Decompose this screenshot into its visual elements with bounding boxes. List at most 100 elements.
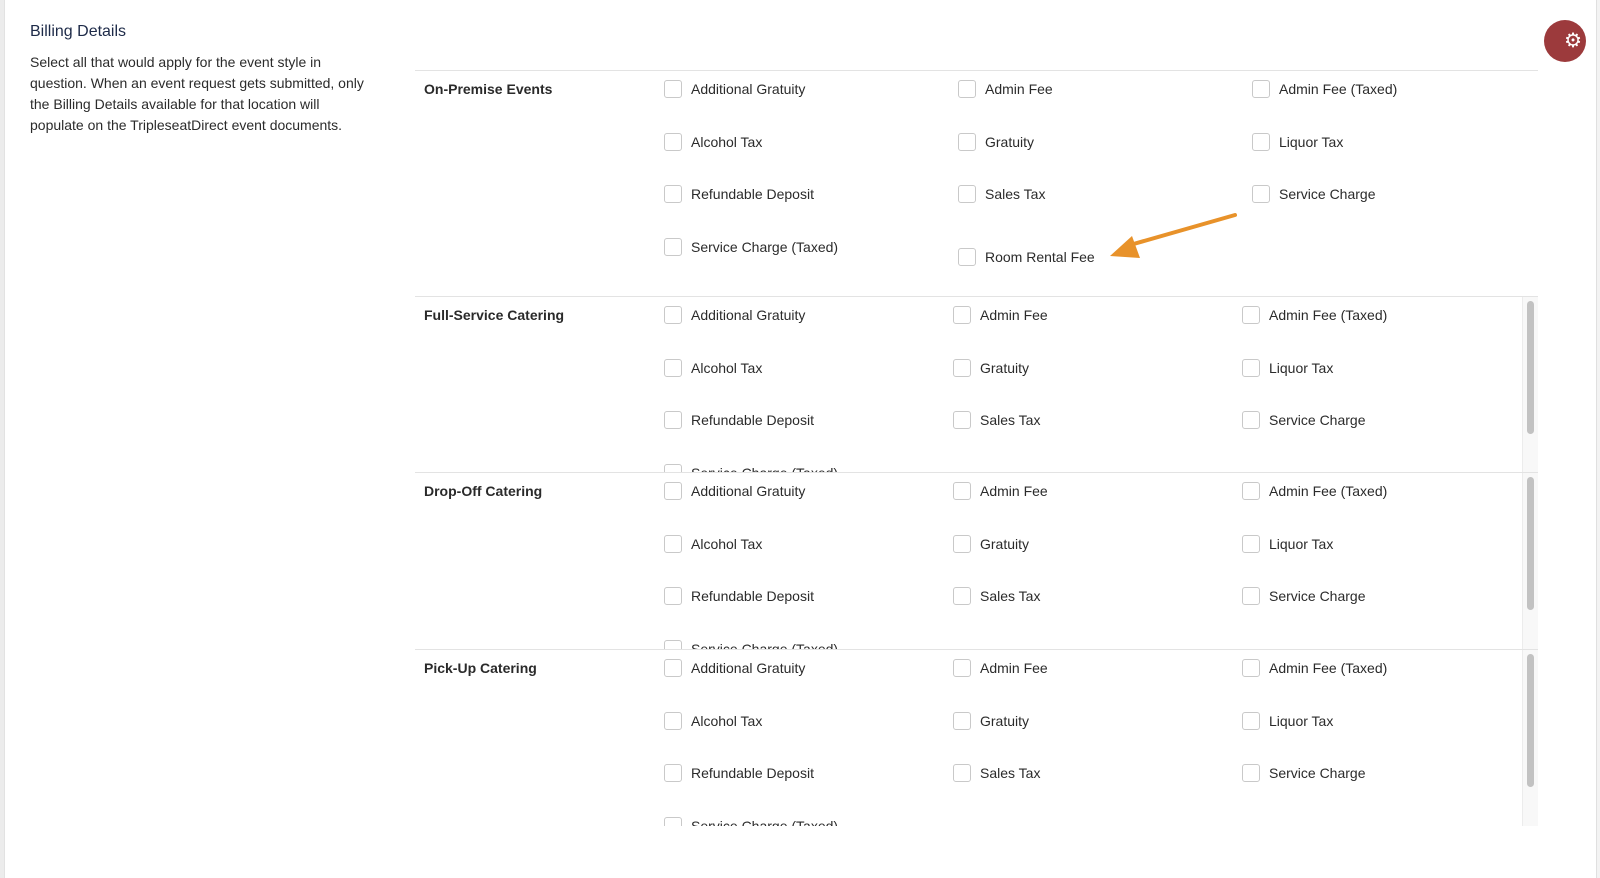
options-grid[interactable]: Additional Gratuity Admin Fee Admin Fee (T…: [664, 650, 1522, 826]
checkbox[interactable]: [664, 711, 682, 730]
billing-option-checkbox[interactable]: Service Charge: [1252, 184, 1376, 204]
billing-option-checkbox[interactable]: Admin Fee (Taxed): [1242, 658, 1387, 678]
billing-option-checkbox[interactable]: Alcohol Tax: [664, 358, 762, 378]
options-grid[interactable]: Additional Gratuity Admin Fee Admin Fee (T…: [664, 297, 1522, 473]
checkbox[interactable]: [953, 764, 971, 782]
checkbox[interactable]: [664, 816, 682, 826]
billing-option-checkbox[interactable]: Service Charge (Taxed): [664, 237, 838, 257]
checkbox[interactable]: [953, 411, 971, 429]
checkbox[interactable]: [664, 358, 682, 377]
billing-option-checkbox[interactable]: Service Charge: [1242, 410, 1366, 430]
billing-option-checkbox[interactable]: Refundable Deposit: [664, 763, 814, 783]
billing-option-checkbox[interactable]: Liquor Tax: [1252, 132, 1343, 152]
billing-option-checkbox[interactable]: Admin Fee (Taxed): [1242, 305, 1387, 325]
checkbox[interactable]: [958, 80, 976, 98]
scrollbar[interactable]: [1522, 297, 1538, 473]
checkbox[interactable]: [664, 411, 682, 429]
options-grid[interactable]: Additional Gratuity Admin Fee Admin Fee (T…: [664, 473, 1522, 649]
checkbox[interactable]: [1242, 659, 1260, 677]
scrollbar[interactable]: [1522, 650, 1538, 826]
billing-option-checkbox[interactable]: Additional Gratuity: [664, 481, 805, 501]
checkbox[interactable]: [1242, 411, 1260, 429]
billing-option-checkbox[interactable]: Service Charge (Taxed): [664, 816, 838, 826]
scrollbar-thumb[interactable]: [1527, 477, 1534, 610]
option-label: Additional Gratuity: [691, 307, 806, 323]
billing-option-checkbox[interactable]: Additional Gratuity: [664, 305, 805, 325]
billing-option-checkbox[interactable]: Gratuity: [953, 358, 1029, 378]
billing-option-checkbox[interactable]: Alcohol Tax: [664, 534, 762, 554]
section-label: On-Premise Events: [424, 81, 553, 97]
option-label: Liquor Tax: [1279, 133, 1344, 150]
billing-option-checkbox[interactable]: Service Charge: [1242, 763, 1366, 783]
scrollbar-thumb[interactable]: [1527, 301, 1534, 434]
billing-option-checkbox[interactable]: Service Charge: [1242, 586, 1366, 606]
billing-option-checkbox[interactable]: Admin Fee: [953, 658, 1048, 678]
option-label: Refundable Deposit: [691, 186, 814, 202]
billing-option-checkbox[interactable]: Refundable Deposit: [664, 586, 814, 606]
settings-button[interactable]: ⚙: [1544, 20, 1586, 62]
billing-option-checkbox[interactable]: Gratuity: [958, 132, 1034, 152]
checkbox[interactable]: [958, 185, 976, 203]
billing-option-checkbox[interactable]: Alcohol Tax: [664, 711, 762, 731]
section-label: Full-Service Catering: [424, 307, 565, 323]
checkbox[interactable]: [664, 764, 682, 782]
checkbox[interactable]: [664, 659, 682, 677]
checkbox[interactable]: [664, 639, 682, 649]
billing-option-checkbox[interactable]: Admin Fee: [953, 481, 1048, 501]
checkbox[interactable]: [1252, 132, 1270, 151]
checkbox[interactable]: [1242, 482, 1260, 500]
checkbox[interactable]: [953, 711, 971, 730]
billing-option-checkbox[interactable]: Sales Tax: [953, 586, 1040, 606]
billing-option-checkbox[interactable]: Alcohol Tax: [664, 132, 762, 152]
checkbox[interactable]: [953, 534, 971, 553]
billing-option-checkbox[interactable]: Room Rental Fee: [958, 247, 1095, 267]
billing-option-checkbox[interactable]: Admin Fee (Taxed): [1242, 481, 1387, 501]
billing-option-checkbox[interactable]: Liquor Tax: [1242, 358, 1333, 378]
checkbox[interactable]: [1252, 80, 1270, 98]
checkbox[interactable]: [1242, 711, 1260, 730]
option-label: Service Charge (Taxed): [691, 640, 839, 650]
checkbox[interactable]: [953, 358, 971, 377]
checkbox[interactable]: [1242, 358, 1260, 377]
billing-option-checkbox[interactable]: Admin Fee: [958, 79, 1053, 99]
billing-option-checkbox[interactable]: Sales Tax: [953, 763, 1040, 783]
billing-option-checkbox[interactable]: Admin Fee: [953, 305, 1048, 325]
billing-option-checkbox[interactable]: Admin Fee (Taxed): [1252, 79, 1397, 99]
billing-option-checkbox[interactable]: Sales Tax: [958, 184, 1045, 204]
checkbox[interactable]: [1252, 185, 1270, 203]
checkbox[interactable]: [664, 237, 682, 256]
checkbox[interactable]: [1242, 587, 1260, 605]
option-label: Gratuity: [980, 359, 1030, 376]
billing-option-checkbox[interactable]: Liquor Tax: [1242, 711, 1333, 731]
checkbox[interactable]: [664, 132, 682, 151]
billing-option-checkbox[interactable]: Liquor Tax: [1242, 534, 1333, 554]
checkbox[interactable]: [664, 185, 682, 203]
billing-option-checkbox[interactable]: Refundable Deposit: [664, 184, 814, 204]
scrollbar[interactable]: [1522, 473, 1538, 649]
checkbox[interactable]: [664, 482, 682, 500]
checkbox[interactable]: [1242, 764, 1260, 782]
option-label: Gratuity: [980, 535, 1030, 552]
checkbox[interactable]: [664, 306, 682, 324]
scrollbar-thumb[interactable]: [1527, 654, 1534, 787]
checkbox[interactable]: [664, 534, 682, 553]
billing-option-checkbox[interactable]: Sales Tax: [953, 410, 1040, 430]
checkbox[interactable]: [664, 80, 682, 98]
checkbox[interactable]: [953, 482, 971, 500]
option-label: Admin Fee: [980, 660, 1048, 676]
checkbox[interactable]: [953, 659, 971, 677]
billing-option-checkbox[interactable]: Additional Gratuity: [664, 79, 805, 99]
checkbox[interactable]: [958, 247, 976, 266]
billing-option-checkbox[interactable]: Additional Gratuity: [664, 658, 805, 678]
checkbox[interactable]: [958, 132, 976, 151]
checkbox[interactable]: [1242, 306, 1260, 324]
option-label: Admin Fee: [985, 81, 1053, 97]
billing-option-checkbox[interactable]: Gratuity: [953, 711, 1029, 731]
billing-option-checkbox[interactable]: Service Charge (Taxed): [664, 639, 839, 650]
checkbox[interactable]: [1242, 534, 1260, 553]
checkbox[interactable]: [953, 306, 971, 324]
billing-option-checkbox[interactable]: Refundable Deposit: [664, 410, 814, 430]
checkbox[interactable]: [953, 587, 971, 605]
billing-option-checkbox[interactable]: Gratuity: [953, 534, 1029, 554]
checkbox[interactable]: [664, 587, 682, 605]
